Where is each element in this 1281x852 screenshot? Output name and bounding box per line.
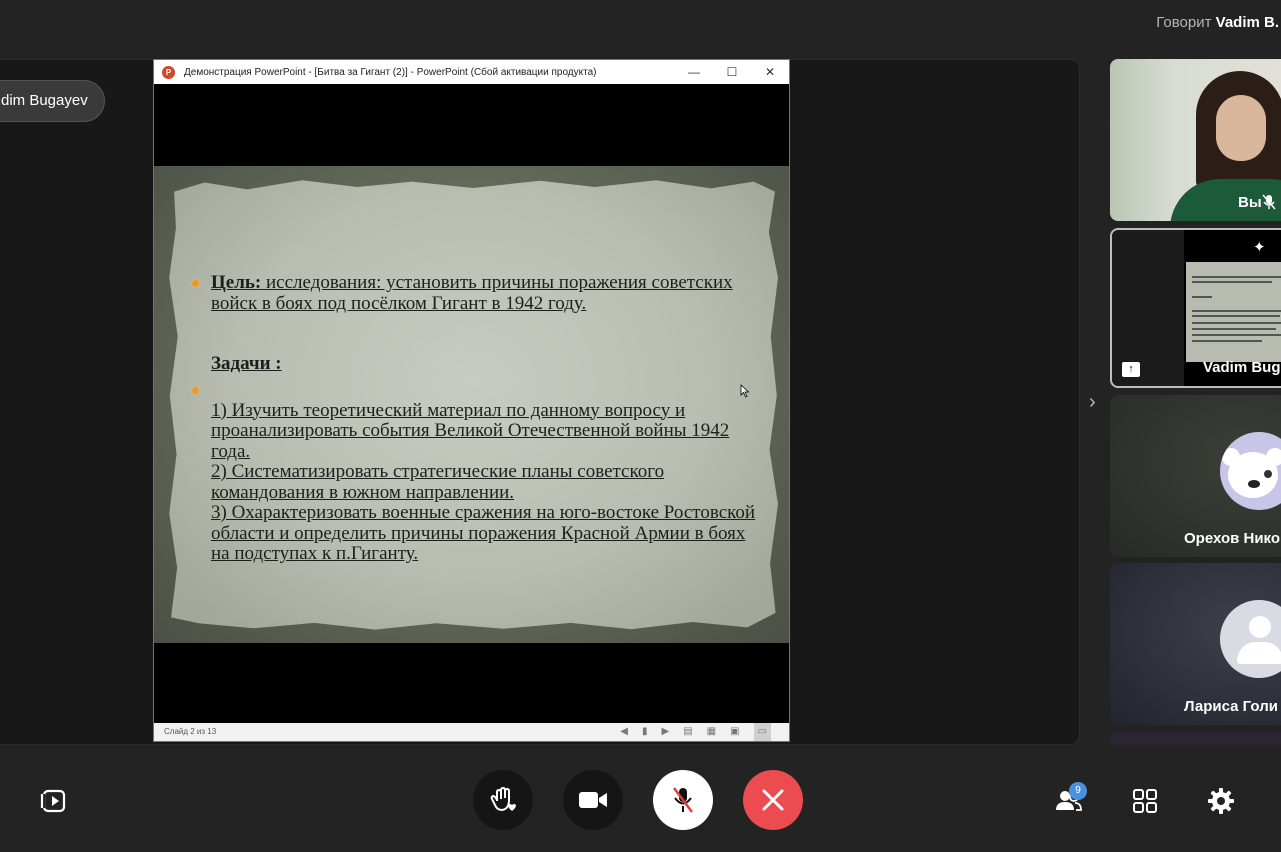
participant-face — [1216, 95, 1266, 161]
bear-eye — [1264, 470, 1272, 478]
participant-label: Орехов Нико — [1184, 530, 1281, 547]
participant-label: Вы — [1238, 194, 1262, 211]
pin-icon[interactable]: ✦ — [1253, 238, 1266, 256]
tasks-heading: Задачи : — [211, 353, 282, 374]
close-window-button[interactable]: ✕ — [751, 65, 789, 79]
next-slide-icon[interactable]: ▶ — [661, 723, 669, 741]
slide-counter: Слайд 2 из 13 — [164, 727, 217, 736]
bear-avatar-icon — [1220, 432, 1281, 510]
thumbnail-line — [1192, 334, 1281, 336]
share-thumbnail-slide — [1186, 262, 1281, 362]
participant-label: Лариса Голи — [1184, 698, 1278, 715]
participant-label: Vadim Bug — [1203, 359, 1281, 376]
mouse-cursor-icon — [740, 384, 750, 398]
task-3: 3) Охарактеризовать военные сражения на … — [211, 502, 756, 564]
reading-view-icon[interactable]: ▣ — [730, 723, 739, 741]
task-1: 1) Изучить теоретический материал по дан… — [211, 399, 730, 462]
slide-text-block: Цель: исследования: установить причины п… — [211, 272, 756, 565]
mic-off-icon — [673, 787, 693, 813]
thumbnail-line — [1192, 328, 1276, 330]
participant-tile-partial[interactable] — [1110, 731, 1281, 745]
participant-tile-self[interactable]: Вы — [1110, 59, 1281, 221]
goal-label: Цель: — [211, 272, 262, 293]
raise-hand-icon — [490, 786, 516, 812]
thumbnail-line — [1192, 322, 1281, 324]
active-speaker-indicator: Говорит Vadim B. — [1156, 14, 1279, 31]
end-call-button[interactable] — [743, 770, 803, 830]
slide-canvas: Цель: исследования: установить причины п… — [154, 166, 789, 643]
camera-button[interactable] — [563, 770, 623, 830]
camera-icon — [579, 792, 607, 808]
prev-slide-icon[interactable]: ◀ — [620, 723, 628, 741]
presenter-name-chip: dim Bugayev — [0, 80, 105, 122]
avatar-head — [1249, 616, 1271, 638]
powerpoint-logo-icon: P — [162, 65, 175, 79]
thumbnail-line — [1192, 281, 1272, 283]
raise-hand-button[interactable] — [473, 770, 533, 830]
sorter-view-icon[interactable]: ▦ — [707, 723, 716, 741]
participant-tile-screen-share[interactable]: ✦ ↑ Vadim Bug — [1110, 228, 1281, 388]
close-icon — [762, 789, 784, 811]
minimize-button[interactable]: — — [675, 65, 713, 79]
slide-menu-icon[interactable]: ▮ — [642, 723, 648, 741]
participant-tile[interactable]: Лариса Голи — [1110, 563, 1281, 725]
person-avatar-icon — [1220, 600, 1281, 678]
thumbnail-line — [1192, 315, 1280, 317]
mic-off-icon — [1262, 194, 1276, 210]
ppt-status-bar: Слайд 2 из 13 ◀ ▮ ▶ ▤ ▦ ▣ ▭ — [154, 723, 789, 741]
thumbnail-line — [1192, 340, 1262, 342]
conference-app: Говорит Vadim B. dim Bugayev P Демонстра… — [0, 0, 1281, 852]
speaking-name: Vadim B. — [1215, 14, 1279, 31]
screen-share-icon[interactable] — [40, 786, 70, 816]
bullet-icon — [192, 387, 199, 394]
participant-tile[interactable]: Орехов Нико — [1110, 395, 1281, 557]
participants-count-badge: 9 — [1069, 782, 1087, 800]
ppt-view-controls: ◀ ▮ ▶ ▤ ▦ ▣ ▭ — [620, 723, 771, 741]
bear-nose — [1248, 480, 1260, 488]
normal-view-icon[interactable]: ▤ — [683, 723, 692, 741]
bullet-icon — [192, 280, 199, 287]
grid-icon[interactable] — [1130, 786, 1160, 816]
shared-screen-powerpoint[interactable]: P Демонстрация PowerPoint - [Битва за Ги… — [153, 59, 790, 742]
ppt-window-title: Демонстрация PowerPoint - [Битва за Гига… — [184, 66, 597, 78]
slide-goal: Цель: исследования: установить причины п… — [211, 272, 756, 314]
slideshow-view-icon[interactable]: ▭ — [753, 723, 771, 741]
speaking-prefix: Говорит — [1156, 14, 1212, 31]
screen-share-icon: ↑ — [1122, 362, 1140, 377]
task-2: 2) Систематизировать стратегические план… — [211, 461, 665, 503]
chevron-right-icon[interactable]: › — [1089, 391, 1096, 414]
gear-icon[interactable] — [1206, 786, 1236, 816]
microphone-button[interactable] — [653, 770, 713, 830]
ppt-titlebar: P Демонстрация PowerPoint - [Битва за Ги… — [154, 60, 789, 84]
maximize-button[interactable]: ☐ — [713, 65, 751, 79]
thumbnail-line — [1192, 296, 1212, 298]
goal-text: исследования: установить причины поражен… — [211, 272, 733, 314]
thumbnail-line — [1192, 276, 1281, 278]
thumbnail-line — [1192, 310, 1281, 312]
avatar-body — [1237, 642, 1281, 664]
